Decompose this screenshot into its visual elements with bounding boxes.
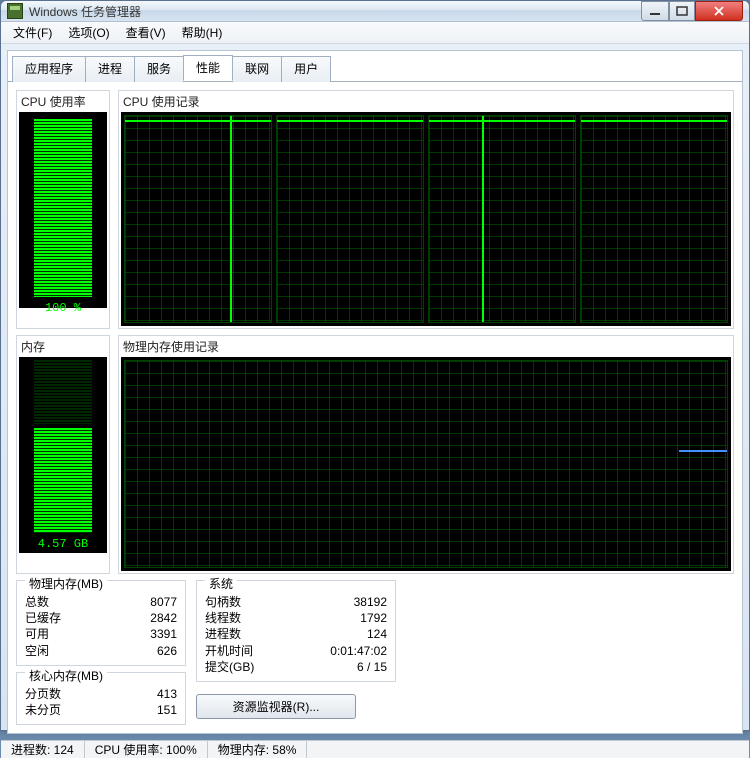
memory-label: 内存 [19, 338, 107, 357]
tab-performance[interactable]: 性能 [183, 55, 233, 81]
menu-help[interactable]: 帮助(H) [174, 22, 231, 43]
phys-total: 8077 [150, 594, 177, 610]
phys-cached: 2842 [150, 610, 177, 626]
status-memory: 物理内存: 58% [208, 741, 308, 758]
app-icon [7, 3, 23, 19]
cpu-core-graph-1 [276, 115, 424, 323]
tab-networking[interactable]: 联网 [232, 56, 282, 82]
cpu-history-box: CPU 使用记录 [118, 90, 734, 329]
maximize-button[interactable] [669, 1, 695, 21]
system-legend: 系统 [205, 575, 237, 592]
sys-procs: 124 [367, 626, 387, 642]
phys-avail: 3391 [150, 626, 177, 642]
minimize-button[interactable] [641, 1, 669, 21]
menu-view[interactable]: 查看(V) [118, 22, 174, 43]
status-cpu: CPU 使用率: 100% [85, 741, 208, 758]
window-title: Windows 任务管理器 [29, 3, 641, 20]
statusbar: 进程数: 124 CPU 使用率: 100% 物理内存: 58% [1, 740, 749, 758]
memory-meter-box: 内存 4.57 GB [16, 335, 110, 574]
cpu-core-graph-3 [580, 115, 728, 323]
phys-mem-legend: 物理内存(MB) [25, 575, 107, 592]
sys-commit: 6 / 15 [357, 659, 387, 675]
kernel-memory-group: 核心内存(MB) 分页数413 未分页151 [16, 672, 186, 725]
sys-uptime: 0:01:47:02 [330, 643, 387, 659]
tab-services[interactable]: 服务 [134, 56, 184, 82]
tab-strip: 应用程序 进程 服务 性能 联网 用户 [8, 51, 742, 81]
performance-panel: CPU 使用率 100 % CPU 使用记录 内存 [8, 81, 742, 733]
tab-processes[interactable]: 进程 [85, 56, 135, 82]
cpu-history-label: CPU 使用记录 [121, 93, 731, 112]
menubar: 文件(F) 选项(O) 查看(V) 帮助(H) [1, 22, 749, 44]
menu-options[interactable]: 选项(O) [60, 22, 117, 43]
kernel-paged: 413 [157, 686, 177, 702]
memory-value: 4.57 GB [20, 535, 106, 552]
task-manager-window: Windows 任务管理器 文件(F) 选项(O) 查看(V) 帮助(H) 应用… [0, 0, 750, 731]
cpu-usage-label: CPU 使用率 [19, 93, 107, 112]
kernel-nonpaged: 151 [157, 702, 177, 718]
content-area: 应用程序 进程 服务 性能 联网 用户 CPU 使用率 100 % CPU 使用… [7, 50, 743, 734]
tab-applications[interactable]: 应用程序 [12, 56, 86, 82]
sys-handles: 38192 [354, 594, 387, 610]
mem-graph [124, 360, 728, 568]
physical-memory-group: 物理内存(MB) 总数8077 已缓存2842 可用3391 空闲626 [16, 580, 186, 666]
sys-threads: 1792 [360, 610, 387, 626]
kernel-mem-legend: 核心内存(MB) [25, 667, 107, 684]
menu-file[interactable]: 文件(F) [5, 22, 60, 43]
system-group: 系统 句柄数38192 线程数1792 进程数124 开机时间0:01:47:0… [196, 580, 396, 682]
cpu-core-graph-0 [124, 115, 272, 323]
tab-users[interactable]: 用户 [281, 56, 331, 82]
titlebar[interactable]: Windows 任务管理器 [1, 1, 749, 22]
stats-row: 物理内存(MB) 总数8077 已缓存2842 可用3391 空闲626 核心内… [16, 580, 734, 725]
mem-history-label: 物理内存使用记录 [121, 338, 731, 357]
cpu-usage-value: 100 % [20, 299, 106, 316]
mem-history-box: 物理内存使用记录 [118, 335, 734, 574]
cpu-core-graph-2 [428, 115, 576, 323]
cpu-meter-box: CPU 使用率 100 % [16, 90, 110, 329]
phys-free: 626 [157, 643, 177, 659]
resource-monitor-button[interactable]: 资源监视器(R)... [196, 694, 356, 719]
status-processes: 进程数: 124 [1, 741, 85, 758]
close-button[interactable] [695, 1, 743, 21]
